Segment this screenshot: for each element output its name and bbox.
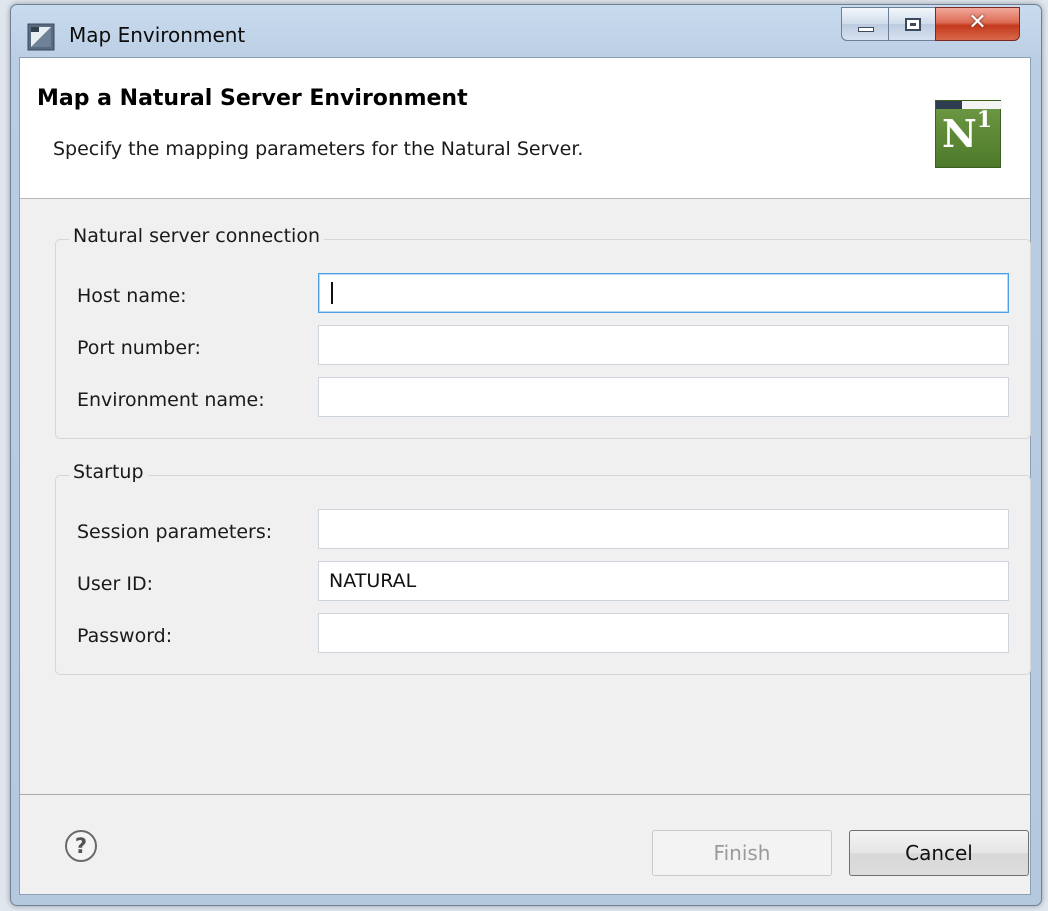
window-title: Map Environment	[69, 23, 246, 47]
footer-separator	[20, 794, 1030, 795]
window-app-icon	[27, 23, 55, 51]
session-parameters-input[interactable]	[318, 509, 1009, 549]
page-description: Specify the mapping parameters for the N…	[53, 138, 584, 160]
host-name-input[interactable]	[318, 273, 1009, 313]
password-label: Password:	[77, 625, 173, 647]
port-number-label: Port number:	[77, 337, 201, 359]
connection-group: Natural server connection Host name: Por…	[55, 225, 1031, 439]
port-number-input[interactable]	[318, 325, 1009, 365]
cancel-button[interactable]: Cancel	[849, 830, 1029, 876]
close-button[interactable]: ✕	[935, 7, 1020, 41]
minimize-button[interactable]	[841, 7, 889, 41]
host-name-label: Host name:	[77, 285, 187, 307]
environment-name-input[interactable]	[318, 377, 1009, 417]
connection-group-legend: Natural server connection	[69, 225, 324, 247]
logo-letter: N	[942, 111, 977, 156]
user-id-label: User ID:	[77, 573, 153, 595]
minimize-icon	[858, 27, 874, 32]
session-parameters-label: Session parameters:	[77, 521, 273, 543]
user-id-value: NATURAL	[329, 570, 417, 592]
dialog-client-area: Map a Natural Server Environment Specify…	[19, 57, 1031, 895]
environment-name-label: Environment name:	[77, 389, 265, 411]
startup-group: Startup Session parameters: User ID: NAT…	[55, 461, 1031, 675]
page-title: Map a Natural Server Environment	[37, 86, 468, 111]
startup-group-legend: Startup	[69, 461, 148, 483]
password-input[interactable]	[318, 613, 1009, 653]
help-icon[interactable]: ?	[65, 830, 97, 862]
title-bar[interactable]: Map Environment ✕	[11, 5, 1041, 57]
maximize-button[interactable]	[888, 7, 936, 41]
text-caret	[331, 282, 333, 304]
map-environment-window: Map Environment ✕ Map a Natural Server E…	[10, 4, 1042, 906]
finish-button[interactable]: Finish	[652, 830, 832, 876]
user-id-input[interactable]: NATURAL	[318, 561, 1009, 601]
logo-text: N1	[942, 109, 992, 153]
maximize-icon	[905, 18, 921, 31]
wizard-banner: Map a Natural Server Environment Specify…	[20, 58, 1030, 199]
logo-superscript: 1	[976, 107, 993, 134]
natural-n1-logo: N1	[935, 100, 1002, 168]
close-icon: ✕	[968, 10, 987, 35]
